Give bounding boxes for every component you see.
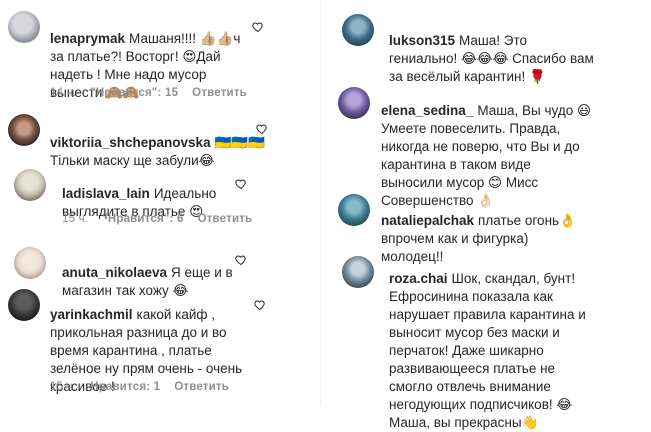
comment-time: 15 ч. xyxy=(50,381,77,393)
comment-time: 14 ч. xyxy=(50,87,77,99)
avatar[interactable] xyxy=(14,247,46,279)
comment-username[interactable]: ladislava_lain xyxy=(62,186,150,201)
comment-username[interactable]: yarinkachmil xyxy=(50,307,133,322)
avatar[interactable] xyxy=(8,289,40,321)
avatar[interactable] xyxy=(342,256,374,288)
comment-username[interactable]: lenaprymak xyxy=(50,31,125,46)
avatar[interactable] xyxy=(338,87,370,119)
comment-meta: 15 ч. Нравится: 1 Ответить xyxy=(50,381,243,393)
avatar[interactable] xyxy=(338,194,370,226)
comment-username[interactable]: viktoriia_shchepanovska xyxy=(50,135,211,150)
comment-meta: 14 ч. "Нравится": 15 Ответить xyxy=(50,87,261,99)
comment-item: lenaprymak Машаня!!!! 👍🏼👍🏼ч за платье?! В… xyxy=(0,8,312,103)
like-heart-icon[interactable] xyxy=(235,177,247,190)
comment-likes[interactable]: "Нравится": 6 xyxy=(102,213,183,225)
comment-item: elena_sedina_ Маша, Вы чудо 😃 Умеете пове… xyxy=(332,80,651,208)
comment-body: viktoriia_shchepanovska 🇺🇦🇺🇦🇺🇦 Тільки мас… xyxy=(50,116,290,170)
like-heart-icon[interactable] xyxy=(256,122,268,135)
column-divider xyxy=(320,0,321,405)
like-heart-icon[interactable] xyxy=(235,253,247,266)
comment-item: anuta_nikolaeva Я еще и в магазин так хож… xyxy=(0,243,312,298)
comment-body: roza.chai Шок, скандал, бунт! Ефросинина … xyxy=(389,252,634,432)
reply-button[interactable]: Ответить xyxy=(192,87,247,99)
avatar[interactable] xyxy=(8,11,40,43)
reply-button[interactable]: Ответить xyxy=(174,381,229,393)
comment-text: Шок, скандал, бунт! Ефросинина показала … xyxy=(389,271,586,430)
comment-body: yarinkachmil какой кайф , прикольная разн… xyxy=(50,288,260,396)
comment-meta: 15 ч. "Нравится": 6 Ответить xyxy=(62,213,266,225)
comment-likes[interactable]: "Нравится": 15 xyxy=(90,87,178,99)
comment-item: roza.chai Шок, скандал, бунт! Ефросинина … xyxy=(332,250,651,430)
comment-username[interactable]: elena_sedina_ xyxy=(381,103,473,118)
comment-likes[interactable]: Нравится: 1 xyxy=(90,381,160,393)
comment-username[interactable]: roza.chai xyxy=(389,271,448,286)
comment-item: ladislava_lain Идеально выглядите в плать… xyxy=(0,163,312,228)
comment-item: lukson315 Маша! Это гениально! 😂😂😂 Спасиб… xyxy=(332,10,651,84)
comment-item: viktoriia_shchepanovska 🇺🇦🇺🇦🇺🇦 Тільки мас… xyxy=(0,112,312,168)
comment-item: yarinkachmil какой кайф , прикольная разн… xyxy=(0,286,312,401)
comment-username[interactable]: anuta_nikolaeva xyxy=(62,265,167,280)
reply-button[interactable]: Ответить xyxy=(198,213,253,225)
comment-username[interactable]: lukson315 xyxy=(389,33,455,48)
like-heart-icon[interactable] xyxy=(254,298,266,311)
avatar[interactable] xyxy=(14,169,46,201)
comment-item: nataliepalchak платье огонь👌 впрочем как … xyxy=(332,190,651,264)
comment-body: lukson315 Маша! Это гениально! 😂😂😂 Спасиб… xyxy=(389,14,629,86)
avatar[interactable] xyxy=(342,14,374,46)
comment-time: 15 ч. xyxy=(62,213,89,225)
comment-username[interactable]: nataliepalchak xyxy=(381,213,474,228)
avatar[interactable] xyxy=(8,114,40,146)
like-heart-icon[interactable] xyxy=(252,20,264,33)
